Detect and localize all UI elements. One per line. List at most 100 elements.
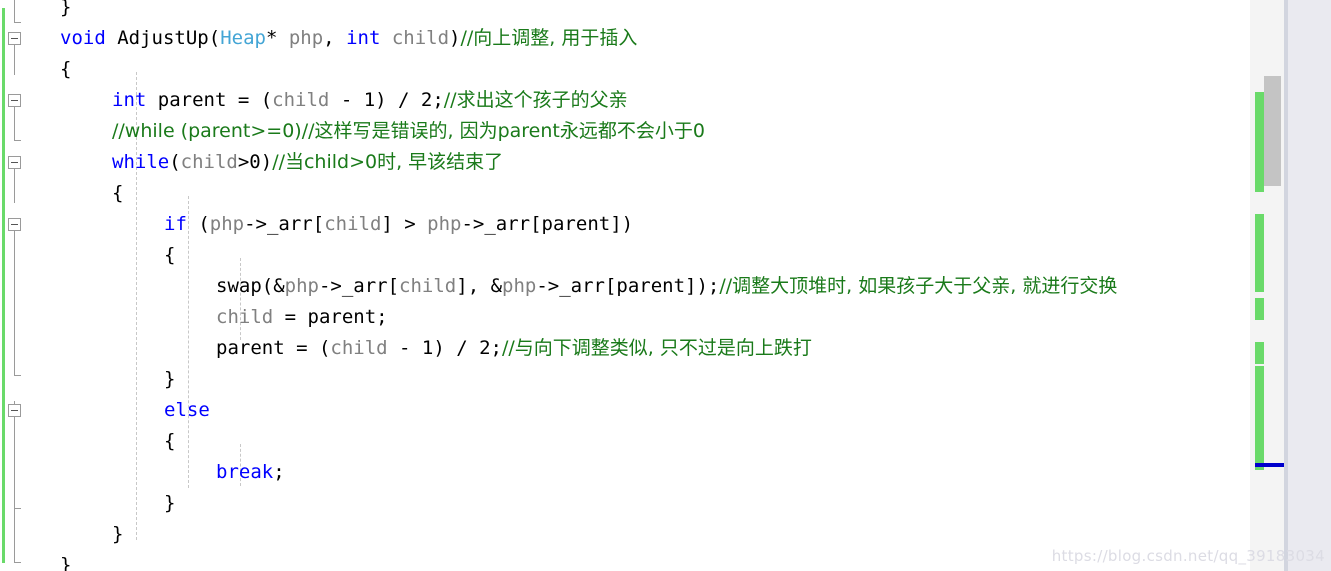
- code-line[interactable]: }: [60, 0, 71, 23]
- fold-region-line: [14, 508, 15, 562]
- code-token-plain: ->_arr[parent]);: [536, 275, 720, 297]
- code-token-plain: ->_arr[: [318, 275, 400, 297]
- fold-region-line: [14, 166, 15, 203]
- code-line[interactable]: {: [164, 240, 175, 271]
- code-line[interactable]: if (php->_arr[child] > php->_arr[parent]…: [164, 209, 633, 240]
- fold-toggle-button[interactable]: [8, 156, 21, 169]
- scrollbar-thumb[interactable]: [1264, 76, 1281, 186]
- code-token-keyword: else: [164, 399, 210, 421]
- code-line[interactable]: parent = (child - 1) / 2;//与向下调整类似, 只不过是…: [216, 333, 812, 364]
- code-token-comment: //调整大顶堆时, 如果孩子大于父亲, 就进行交换: [719, 275, 1118, 297]
- code-line[interactable]: {: [112, 178, 123, 209]
- code-token-plain: ] >: [381, 213, 428, 235]
- code-line[interactable]: //while (parent>=0)//这样写是错误的, 因为parent永远…: [112, 116, 705, 147]
- code-token-type: Heap: [220, 27, 266, 49]
- code-line[interactable]: }: [112, 519, 123, 550]
- code-text-area[interactable]: } void AdjustUp(Heap* php, int child)//向上…: [60, 0, 1250, 571]
- code-token-parameter: child: [180, 151, 238, 173]
- code-token-plain: parent = (: [146, 89, 273, 111]
- code-token-plain: ,: [323, 27, 347, 49]
- code-token-comment: //while (parent>=0)//这样写是错误的, 因为parent永远…: [112, 120, 705, 142]
- vertical-scrollbar-column[interactable]: [1250, 0, 1288, 571]
- code-line[interactable]: {: [164, 426, 175, 457]
- code-token-plain: }: [164, 492, 176, 514]
- fold-toggle-button[interactable]: [8, 94, 21, 107]
- code-token-plain: AdjustUp: [117, 27, 209, 49]
- fold-region-end-tick: [14, 375, 21, 376]
- code-token-keyword: break: [216, 461, 274, 483]
- code-line[interactable]: {: [60, 54, 71, 85]
- fold-toggle-button[interactable]: [8, 404, 21, 417]
- code-token-parameter: php: [427, 213, 462, 235]
- fold-region-line: [14, 0, 15, 22]
- code-token-plain: ], &: [456, 275, 503, 297]
- code-line[interactable]: break;: [216, 457, 285, 488]
- code-token-plain: (: [208, 27, 221, 49]
- code-token-keyword: void: [60, 27, 106, 49]
- code-token-plain: }: [112, 523, 124, 545]
- code-token-plain: ->_arr[: [244, 213, 325, 235]
- code-token-plain: >0): [237, 151, 273, 173]
- code-line[interactable]: }: [164, 364, 175, 395]
- code-token-plain: }: [60, 554, 72, 571]
- gutter-change-stripe: [2, 8, 5, 563]
- code-token-parameter: child: [324, 213, 382, 235]
- code-line[interactable]: else: [164, 395, 210, 426]
- code-token-plain: }: [164, 368, 176, 390]
- code-editor-screenshot: } void AdjustUp(Heap* php, int child)//向上…: [0, 0, 1331, 571]
- code-token-parameter: php: [288, 27, 324, 49]
- code-token-keyword: if: [164, 213, 187, 235]
- fold-region-end-tick: [14, 140, 21, 141]
- code-token-plain: {: [164, 244, 176, 266]
- fold-region-line: [14, 229, 15, 375]
- code-token-parameter: child: [216, 306, 274, 328]
- code-token-parameter: child: [399, 275, 457, 297]
- code-line[interactable]: }: [164, 488, 175, 519]
- code-line[interactable]: while(child>0)//当child>0时, 早该结束了: [112, 147, 503, 178]
- code-line[interactable]: child = parent;: [216, 302, 388, 333]
- code-token-plain: {: [60, 58, 72, 80]
- code-token-plain: (: [186, 213, 210, 235]
- code-token-plain: ->_arr[parent]): [461, 213, 634, 235]
- code-token-plain: {: [164, 430, 176, 452]
- code-token-comment: //求出这个孩子的父亲: [443, 89, 628, 111]
- code-line[interactable]: void AdjustUp(Heap* php, int child)//向上调…: [60, 23, 637, 54]
- code-line[interactable]: int parent = (child - 1) / 2;//求出这个孩子的父亲: [112, 85, 628, 116]
- code-token-plain: - 1) / 2;: [329, 89, 444, 111]
- code-token-plain: *: [265, 27, 289, 49]
- code-token-keyword: while: [112, 151, 170, 173]
- code-token-parameter: child: [272, 89, 330, 111]
- code-token-plain: {: [112, 182, 124, 204]
- fold-toggle-button[interactable]: [8, 32, 21, 45]
- code-token-plain: ): [449, 27, 461, 49]
- code-token-parameter: php: [284, 275, 319, 297]
- fold-region-end-tick: [14, 22, 21, 23]
- scrollbar-change-marker: [1255, 342, 1264, 364]
- code-token-plain: ;: [273, 461, 285, 483]
- code-token-keyword: int: [346, 27, 381, 49]
- code-fold-gutter: [0, 0, 60, 571]
- code-token-plain: = parent;: [273, 306, 388, 328]
- code-token-parameter: php: [209, 213, 245, 235]
- scrollbar-change-marker: [1255, 214, 1264, 292]
- code-token-comment: //当child>0时, 早该结束了: [272, 151, 504, 173]
- scrollbar-change-marker: [1255, 298, 1264, 320]
- fold-region-end-tick: [14, 562, 21, 563]
- scrollbar-change-marker: [1255, 366, 1264, 470]
- scrollbar-change-marker: [1255, 92, 1264, 192]
- code-line[interactable]: }: [60, 550, 71, 571]
- code-token-plain: parent = (: [216, 337, 331, 359]
- code-token-plain: (: [169, 151, 181, 173]
- right-side-panel: [1288, 0, 1331, 571]
- fold-toggle-button[interactable]: [8, 218, 21, 231]
- code-token-plain: - 1) / 2;: [387, 337, 502, 359]
- code-token-plain: swap(&: [216, 275, 285, 297]
- code-token-parameter: child: [330, 337, 388, 359]
- code-token-plain: }: [60, 0, 72, 18]
- code-token-keyword: int: [112, 89, 147, 111]
- code-line[interactable]: swap(&php->_arr[child], &php->_arr[paren…: [216, 271, 1117, 302]
- code-token-comment: //向上调整, 用于插入: [460, 27, 638, 49]
- code-token-comment: //与向下调整类似, 只不过是向上跌打: [501, 337, 812, 359]
